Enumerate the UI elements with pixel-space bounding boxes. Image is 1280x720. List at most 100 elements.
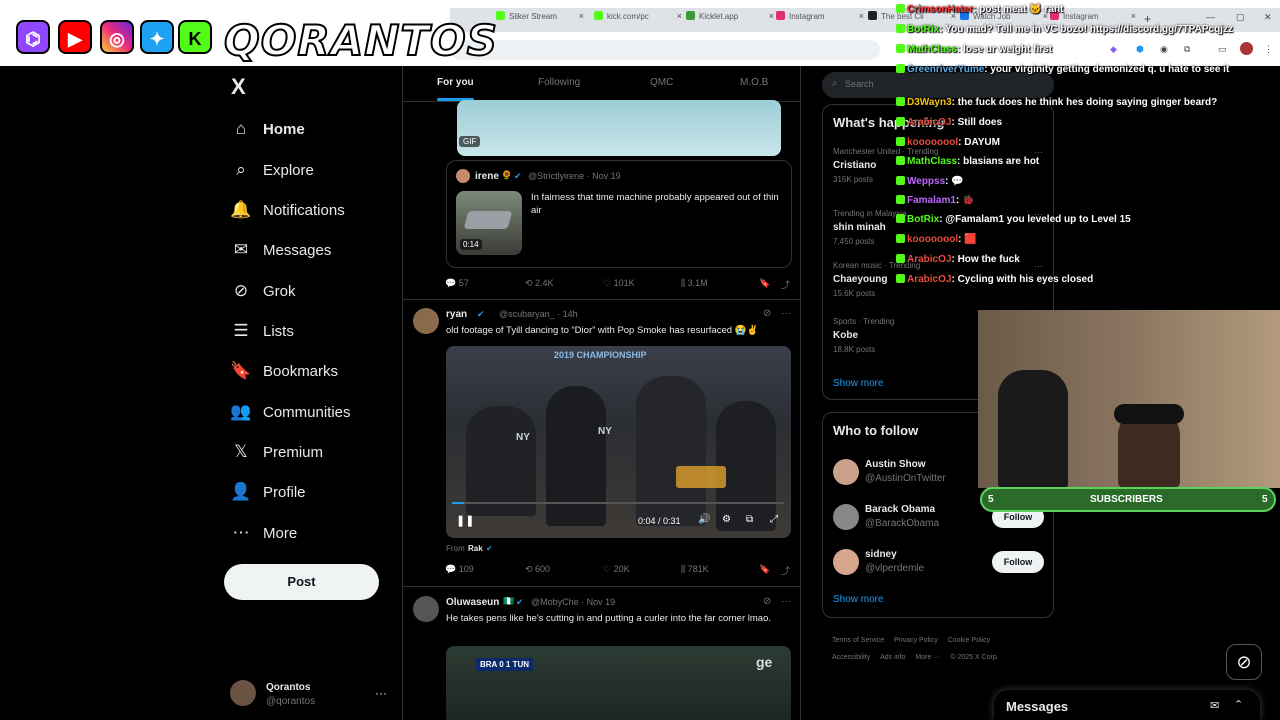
pause-icon[interactable]: ❚❚ (456, 514, 474, 527)
quote-video-thumb[interactable]: 0:14 (456, 191, 522, 255)
compose-message-icon[interactable]: ✉ (1210, 699, 1219, 712)
maximize-button[interactable]: ▢ (1236, 12, 1245, 23)
gif-media[interactable]: GIF (457, 100, 781, 156)
post-author-name[interactable]: Oluwaseun (446, 597, 499, 608)
bookmark-icon[interactable]: 🔖 (759, 564, 770, 575)
close-tab-icon[interactable]: × (677, 11, 682, 21)
nav-item-communities[interactable]: 👥 Communities (230, 397, 350, 427)
pip-icon[interactable]: ⧉ (746, 514, 753, 525)
browser-tab[interactable]: kick.com/pc × (594, 11, 682, 29)
repost-button[interactable]: ⟲ 600 (525, 564, 550, 575)
nav-item-bookmarks[interactable]: 🔖 Bookmarks (230, 356, 338, 386)
like-button[interactable]: ♡ 101K (603, 278, 635, 289)
footer-link[interactable]: Accessibility (832, 654, 870, 661)
nav-item-grok[interactable]: ⊘ Grok (230, 276, 296, 306)
chat-username[interactable]: koooooool (907, 234, 958, 245)
tab-following[interactable]: Following (538, 77, 580, 88)
grok-fab-icon[interactable]: ⊘ (1226, 644, 1262, 680)
x-logo-icon[interactable]: X (231, 74, 246, 100)
share-icon[interactable]: ⤴ (781, 278, 790, 291)
post-avatar[interactable] (413, 308, 439, 334)
close-tab-icon[interactable]: × (579, 11, 584, 21)
chat-username[interactable]: MathClass (907, 156, 957, 167)
chat-username[interactable]: CrimsonHater (907, 4, 973, 15)
footer-link[interactable]: More ··· (915, 654, 940, 661)
address-bar[interactable] (450, 40, 880, 60)
post-more-icon[interactable]: ··· (781, 596, 791, 607)
footer-link[interactable]: Privacy Policy (894, 637, 938, 644)
footer-link[interactable]: Terms of Service (832, 637, 884, 644)
post-more-icon[interactable]: ··· (781, 308, 791, 319)
bookmark-icon[interactable]: 🔖 (759, 278, 770, 289)
close-tab-icon[interactable]: × (769, 11, 774, 21)
close-window-button[interactable]: ✕ (1264, 12, 1272, 23)
follow-button[interactable]: Follow (992, 551, 1044, 573)
chat-username[interactable]: MathClass (907, 44, 957, 55)
chat-username[interactable]: ArabicOJ (907, 274, 951, 285)
post-video[interactable]: 2019 CHAMPIONSHIP NY NY ❚❚ 0:04 / 0:31 🔊… (446, 346, 791, 538)
nav-item-notifications[interactable]: 🔔 Notifications (230, 195, 344, 225)
puzzle-icon[interactable]: ⧉ (1184, 44, 1190, 55)
extension-icon[interactable]: ◉ (1160, 44, 1168, 55)
quote-card[interactable]: irene 🌻 ✔ @Strictlyirene · Nov 19 0:14 I… (446, 160, 792, 268)
grok-icon[interactable]: ⊘ (763, 308, 771, 319)
account-name[interactable]: Qorantos (266, 682, 310, 693)
extension-icon[interactable]: ⬢ (1136, 44, 1144, 55)
menu-icon[interactable]: ⋮ (1264, 44, 1273, 55)
footer-link[interactable]: Cookie Policy (948, 637, 990, 644)
nav-item-messages[interactable]: ✉ Messages (230, 235, 332, 265)
search-box[interactable]: ⌕ Search (822, 72, 1054, 98)
nav-item-profile[interactable]: 👤 Profile (230, 477, 305, 507)
expand-icon[interactable]: ⌃ (1234, 698, 1243, 711)
browser-tab[interactable]: Sliker Stream × (496, 11, 584, 29)
nav-item-lists[interactable]: ☰ Lists (230, 316, 293, 346)
follow-suggestion[interactable]: sidney @vlperdemle Follow (833, 545, 1048, 579)
close-tab-icon[interactable]: × (859, 11, 864, 21)
chat-username[interactable]: BotRix (907, 214, 939, 225)
tab-qmc[interactable]: QMC (650, 77, 673, 88)
account-avatar[interactable] (230, 680, 256, 706)
chat-username[interactable]: GreenriverYume (907, 64, 984, 75)
from-source[interactable]: Rak (468, 544, 483, 553)
chat-username[interactable]: BotRix (907, 24, 939, 35)
post-video[interactable]: BRA 0 1 TUN ge (446, 646, 791, 720)
like-button[interactable]: ♡ 20K (603, 564, 630, 575)
show-more-link[interactable]: Show more (833, 378, 884, 389)
chat-username[interactable]: D3Wayn3 (907, 97, 952, 108)
search-input[interactable]: Search (845, 79, 874, 89)
tab-foryou[interactable]: For you (437, 77, 474, 101)
sidebar-icon[interactable]: ▭ (1218, 44, 1227, 55)
browser-tab[interactable]: Instagram × (776, 11, 864, 29)
show-more-link[interactable]: Show more (833, 594, 884, 605)
minimize-button[interactable]: — (1206, 12, 1215, 22)
views-button[interactable]: ⫼ 3.1M (681, 278, 708, 289)
nav-item-explore[interactable]: ⌕ Explore (230, 155, 314, 185)
nav-item-more[interactable]: ⋯ More (230, 518, 298, 548)
views-button[interactable]: ⫼ 781K (681, 564, 709, 575)
nav-item-premium[interactable]: 𝕏 Premium (230, 437, 323, 467)
post-avatar[interactable] (413, 596, 439, 622)
post-author-name[interactable]: ryan (446, 309, 467, 320)
post-button[interactable]: Post (224, 564, 379, 600)
browser-tab[interactable]: Kicklet.app × (686, 11, 774, 29)
repost-button[interactable]: ⟲ 2.4K (525, 278, 554, 289)
fullscreen-icon[interactable]: ⤢ (770, 514, 778, 525)
footer-link[interactable]: Ads info (880, 654, 905, 661)
trend-more-icon[interactable]: ··· (1034, 261, 1043, 271)
chat-username[interactable]: Famalam1 (907, 195, 956, 206)
chat-username[interactable]: Weppss (907, 176, 945, 187)
nav-item-home[interactable]: ⌂ Home (230, 114, 305, 144)
messages-dock[interactable]: Messages ✉ ⌃ (994, 690, 1260, 720)
reply-button[interactable]: 💬 109 (445, 564, 474, 575)
settings-icon[interactable]: ⚙ (722, 514, 731, 525)
chat-username[interactable]: ArabicOJ (907, 254, 951, 265)
chat-username[interactable]: koooooool (907, 137, 958, 148)
extension-icon[interactable]: ◆ (1110, 44, 1117, 55)
chat-username[interactable]: ArabicOJ (907, 117, 951, 128)
grok-icon[interactable]: ⊘ (763, 596, 771, 607)
video-progress-track[interactable] (452, 502, 784, 504)
account-more-icon[interactable]: ··· (375, 686, 387, 700)
volume-icon[interactable]: 🔊 (698, 514, 710, 525)
share-icon[interactable]: ⤴ (781, 564, 790, 577)
reply-button[interactable]: 💬 57 (445, 278, 469, 289)
